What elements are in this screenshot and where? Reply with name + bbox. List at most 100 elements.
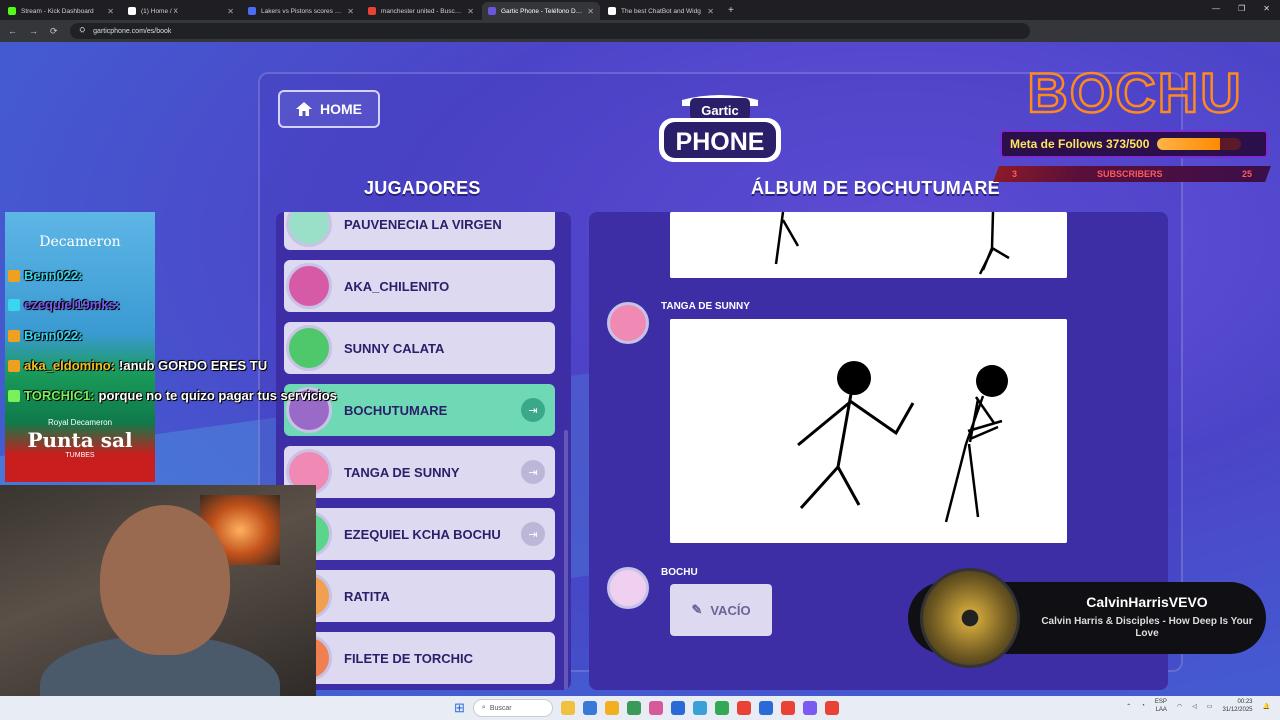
url-field[interactable]: ⛭ garticphone.com/es/book xyxy=(69,23,1030,39)
subscribers-bar: 3 SUBSCRIBERS 25 xyxy=(993,166,1271,182)
lang-region: LAA xyxy=(1155,707,1167,713)
gartic-phone-logo: Gartic PHONE xyxy=(659,95,781,162)
player-name: RATITA xyxy=(344,588,390,604)
entry-author-name: TANGA DE SUNNY xyxy=(661,301,750,312)
player-row[interactable]: RATITA xyxy=(284,570,555,622)
tab-close-icon[interactable]: ✕ xyxy=(227,7,234,16)
taskbar-app-icon[interactable] xyxy=(824,701,839,715)
tab-close-icon[interactable]: ✕ xyxy=(467,7,474,16)
back-icon[interactable]: ← xyxy=(8,26,17,36)
taskbar-app-icon[interactable] xyxy=(648,701,663,715)
taskbar-app-icon[interactable] xyxy=(714,701,729,715)
tab-close-icon[interactable]: ✕ xyxy=(587,7,594,16)
search-icon: ⌕ xyxy=(481,704,486,711)
tab-favicon-icon xyxy=(608,7,616,15)
chat-username: Benn022: xyxy=(24,268,83,283)
taskbar-app-icon[interactable] xyxy=(802,701,817,715)
taskbar: ⊞ ⌕ Buscar ⌃ ◔ ESP LAA ◠ ◁ ▭ 00:23 31/12/2… xyxy=(0,696,1280,720)
drawing-card[interactable] xyxy=(670,319,1067,543)
webcam-feed xyxy=(0,485,316,720)
taskbar-app-icon[interactable] xyxy=(736,701,751,715)
players-list[interactable]: PAUVENECIA LA VIRGEN AKA_CHILENITO SUNNY C… xyxy=(276,212,571,690)
new-tab-button[interactable]: + xyxy=(728,5,734,16)
browser-tab[interactable]: manchester united - Buscar con ✕ xyxy=(362,2,480,20)
browser-tab-bar: Stream - Kick Dashboard ✕ (1) Home / X ✕ Lak… xyxy=(0,0,1280,20)
browser-tab[interactable]: The best ChatBot and Widg ✕ xyxy=(602,2,720,20)
empty-label: VACÍO xyxy=(710,602,751,618)
tray-chevron-icon[interactable]: ⌃ xyxy=(1126,703,1131,710)
taskbar-app-icon[interactable] xyxy=(560,701,575,715)
home-button[interactable]: HOME xyxy=(278,90,380,128)
lang-code: ESP xyxy=(1154,699,1167,705)
network-icon[interactable]: ◔ xyxy=(1141,703,1145,709)
view-album-icon[interactable]: ⇥ xyxy=(521,522,545,546)
browser-tab[interactable]: Lakers vs Pistons scores & predi ✕ xyxy=(242,2,360,20)
volume-icon[interactable]: ◁ xyxy=(1192,703,1197,710)
music-channel: CalvinHarrisVEVO xyxy=(1086,594,1208,610)
forward-icon[interactable]: → xyxy=(29,26,38,36)
player-name: BOCHUTUMARE xyxy=(344,402,448,418)
system-tray: ⌃ ◔ ESP LAA ◠ ◁ ▭ 00:23 31/12/2025 🔔 xyxy=(1126,698,1270,714)
taskbar-app-icon[interactable] xyxy=(626,701,641,715)
tab-title: (1) Home / X xyxy=(141,7,178,15)
address-bar: ← → ⟳ ⛭ garticphone.com/es/book xyxy=(0,20,1280,42)
follows-progress-bar xyxy=(1157,138,1242,150)
tab-close-icon[interactable]: ✕ xyxy=(707,7,714,16)
taskbar-search[interactable]: ⌕ Buscar xyxy=(472,699,553,717)
browser-tab[interactable]: Gartic Phone - Teléfono Descon ✕ xyxy=(482,2,600,20)
reload-icon[interactable]: ⟳ xyxy=(50,26,58,37)
taskbar-app-icon[interactable] xyxy=(670,701,685,715)
view-album-icon[interactable]: ⇥ xyxy=(521,398,545,422)
ad-subtitle: TUMBES xyxy=(65,452,95,459)
taskbar-app-icon[interactable] xyxy=(604,701,619,715)
battery-icon[interactable]: ▭ xyxy=(1207,703,1213,710)
taskbar-app-icon[interactable] xyxy=(692,701,707,715)
subscribers-label: SUBSCRIBERS xyxy=(1096,169,1163,179)
view-album-icon[interactable]: ⇥ xyxy=(521,460,545,484)
player-row[interactable]: TANGA DE SUNNY ⇥ xyxy=(284,446,555,498)
site-info-icon[interactable]: ⛭ xyxy=(80,27,86,35)
tab-close-icon[interactable]: ✕ xyxy=(107,7,114,16)
players-title: JUGADORES xyxy=(364,178,481,198)
close-window-icon[interactable]: ✕ xyxy=(1263,4,1270,13)
maximize-icon[interactable]: ❐ xyxy=(1238,4,1245,13)
ad-title: Decameron xyxy=(39,234,121,250)
browser-tab[interactable]: (1) Home / X ✕ xyxy=(122,2,240,20)
player-avatar xyxy=(286,212,332,247)
drawing-card-previous xyxy=(670,212,1067,278)
bochu-logo: BOCHU xyxy=(1026,62,1242,120)
taskbar-app-icon[interactable] xyxy=(582,701,597,715)
logo-bottom-text: PHONE xyxy=(676,128,765,156)
player-row[interactable]: EZEQUIEL KCHA BOCHU ⇥ xyxy=(284,508,555,560)
minimize-icon[interactable]: — xyxy=(1212,4,1220,13)
chat-badge-icon xyxy=(8,389,20,402)
pencil-icon: ✎ xyxy=(691,602,703,617)
language-indicator[interactable]: ESP LAA xyxy=(1155,698,1167,714)
ad-big-title: Punta sal xyxy=(27,428,133,452)
chat-badge-icon xyxy=(8,329,20,342)
clock[interactable]: 00:23 31/12/2025 xyxy=(1222,698,1252,714)
browser-tab[interactable]: Stream - Kick Dashboard ✕ xyxy=(2,2,120,20)
notifications-icon[interactable]: 🔔 xyxy=(1263,703,1270,710)
players-scrollbar[interactable] xyxy=(564,430,568,690)
windows-start-icon[interactable]: ⊞ xyxy=(454,700,465,716)
tab-close-icon[interactable]: ✕ xyxy=(347,7,354,16)
player-row[interactable]: PAUVENECIA LA VIRGEN xyxy=(284,212,555,250)
player-name: EZEQUIEL KCHA BOCHU xyxy=(344,526,501,542)
chat-badge-icon xyxy=(8,359,20,372)
player-row[interactable]: SUNNY CALATA xyxy=(284,322,555,374)
webcam-person-face xyxy=(100,505,230,655)
tab-title: Lakers vs Pistons scores & predi xyxy=(261,7,342,15)
player-row[interactable]: FILETE DE TORCHIC xyxy=(284,632,555,684)
chat-message: TORCHIC1: porque no te quizo pagar tus se… xyxy=(8,388,337,403)
now-playing-toast: CalvinHarrisVEVO Calvin Harris & Discipl… xyxy=(908,568,1266,668)
entry-author-avatar xyxy=(607,567,649,609)
taskbar-app-icon[interactable] xyxy=(758,701,773,715)
empty-entry: ✎ VACÍO xyxy=(670,584,772,636)
chat-message: ezequiel19mks: xyxy=(8,297,124,312)
wifi-icon[interactable]: ◠ xyxy=(1177,703,1182,710)
player-row[interactable]: AKA_CHILENITO xyxy=(284,260,555,312)
taskbar-app-icon[interactable] xyxy=(780,701,795,715)
home-label: HOME xyxy=(320,101,362,117)
player-name: AKA_CHILENITO xyxy=(344,278,450,294)
